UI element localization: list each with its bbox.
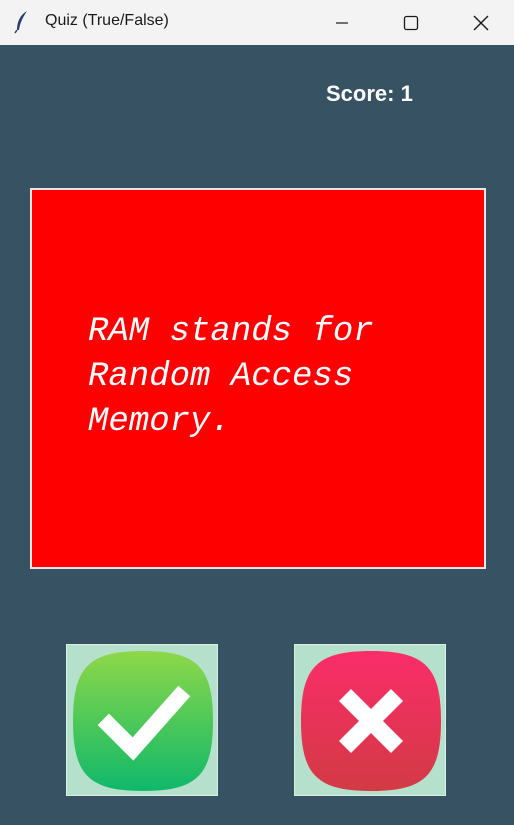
maximize-button[interactable] [376,0,446,45]
minimize-icon [336,21,348,24]
score-label: Score: 1 [326,81,413,106]
app-window: Quiz (True/False) Score: 1 RAM stands fo… [0,0,514,825]
minimize-button[interactable] [307,0,377,45]
check-icon [73,651,213,791]
false-button[interactable] [294,644,446,796]
title-bar: Quiz (True/False) [0,0,514,45]
cross-icon [301,651,441,791]
question-card: RAM stands for Random Access Memory. [30,188,486,569]
question-text: RAM stands for Random Access Memory. [88,313,374,441]
true-button[interactable] [66,644,218,796]
close-button[interactable] [446,0,514,45]
quiz-area: Score: 1 RAM stands for Random Access Me… [0,45,514,825]
window-title: Quiz (True/False) [45,12,169,29]
close-icon [473,15,489,30]
feather-icon [14,11,27,34]
maximize-icon [403,15,419,30]
